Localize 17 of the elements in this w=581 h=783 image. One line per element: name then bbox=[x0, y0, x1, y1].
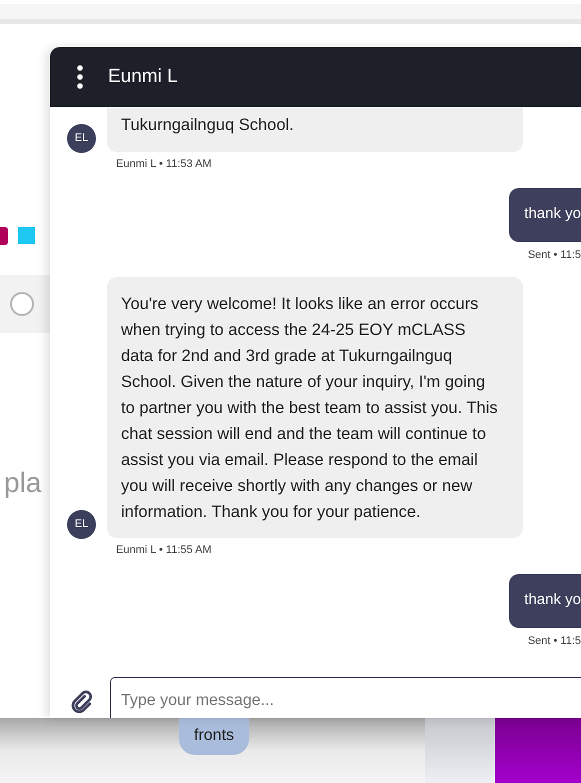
message-bubble: You're very welcome! It looks like an error occurs when trying to access the 24-25 EOY mCLASS data for 2nd and 3rd grade at Tukurngailnguq School. Given the nature of your inquiry, I'm going to partner you with the best team to assist you. This chat session will end and the team will continue to assist you via email. Please respond to the email you will receive shortly with any changes or new information. Thank you for your patience. bbox=[107, 277, 523, 538]
chat-title: Eunmi L bbox=[108, 64, 178, 89]
avatar: EL bbox=[67, 510, 96, 539]
message-input[interactable]: Type your message... bbox=[110, 677, 581, 718]
message-meta: Eunmi L • 11:55 AM bbox=[116, 543, 212, 558]
message-bubble: Tukurngailnguq School. bbox=[107, 107, 523, 152]
more-options-icon[interactable] bbox=[77, 65, 83, 89]
paperclip-icon[interactable] bbox=[70, 688, 95, 714]
side-block bbox=[425, 718, 495, 783]
message-bubble: thank yo bbox=[509, 188, 581, 242]
message-meta: Eunmi L • 11:53 AM bbox=[116, 157, 212, 172]
radio-button[interactable] bbox=[10, 292, 34, 316]
message-bubble: thank yo bbox=[509, 574, 581, 628]
message-meta: Sent • 11:5 bbox=[528, 634, 581, 648]
message-meta: Sent • 11:5 bbox=[528, 248, 581, 262]
partial-text: pla bbox=[4, 466, 42, 500]
avatar: EL bbox=[67, 124, 96, 153]
